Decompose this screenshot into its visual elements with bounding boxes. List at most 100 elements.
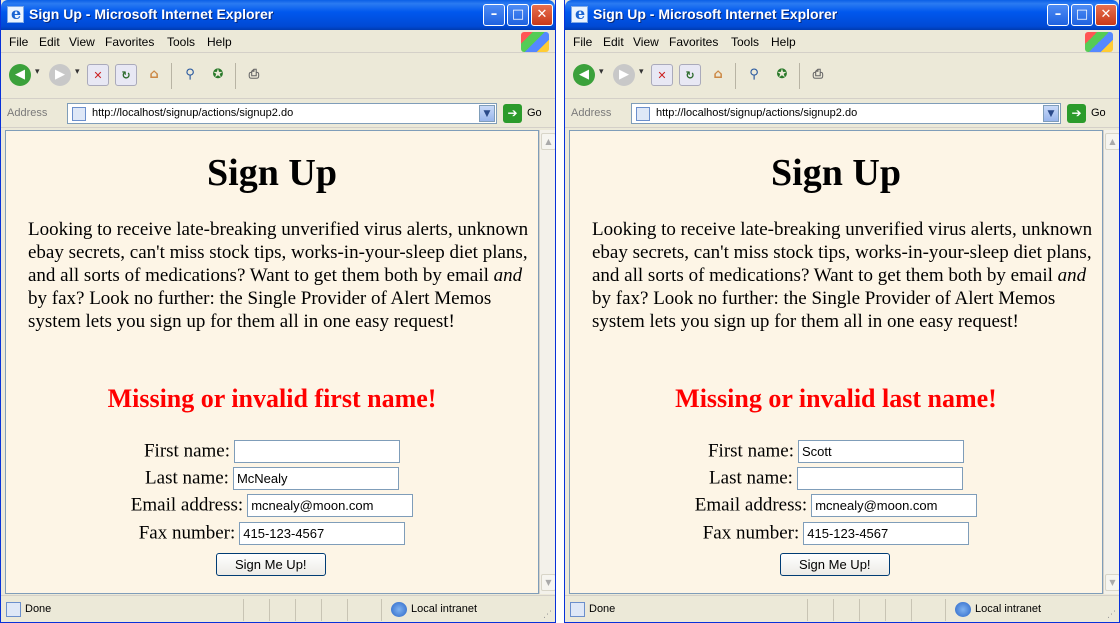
menu-edit[interactable]: Edit	[603, 35, 624, 49]
sign-up-button[interactable]: Sign Me Up!	[780, 553, 890, 576]
menu-tools[interactable]: Tools	[731, 35, 759, 49]
toolbar: ◀ ▾ ▶ ▾ ✕ ↻ ⌂ ⚲ ✪ ⎙	[1, 53, 555, 99]
status-bar: Done Local intranet ⋰	[565, 595, 1119, 622]
resize-grip-icon[interactable]: ⋰	[543, 610, 552, 620]
scroll-up-icon[interactable]: ▲	[1105, 133, 1119, 150]
menu-bar: File Edit View Favorites Tools Help	[1, 30, 555, 53]
home-icon[interactable]: ⌂	[143, 64, 165, 86]
address-dropdown-icon[interactable]: ▼	[1043, 105, 1059, 122]
go-arrow-icon[interactable]: ➔	[503, 104, 522, 123]
back-dropdown-icon[interactable]: ▾	[599, 67, 604, 77]
window-title: Sign Up - Microsoft Internet Explorer	[29, 6, 274, 22]
address-input[interactable]: http://localhost/signup/actions/signup2.…	[631, 103, 1061, 124]
window-title: Sign Up - Microsoft Internet Explorer	[593, 6, 838, 22]
status-divider	[833, 599, 834, 621]
error-message: Missing or invalid first name!	[107, 384, 437, 413]
refresh-icon[interactable]: ↻	[115, 64, 137, 86]
first-name-label: First name:	[707, 440, 795, 462]
forward-icon[interactable]: ▶	[49, 64, 71, 86]
menu-help[interactable]: Help	[207, 35, 232, 49]
maximize-icon[interactable]: □	[507, 4, 529, 26]
menu-view[interactable]: View	[69, 35, 95, 49]
resize-grip-icon[interactable]: ⋰	[1107, 610, 1116, 620]
favorites-icon[interactable]: ✪	[207, 64, 229, 86]
refresh-icon[interactable]: ↻	[679, 64, 701, 86]
back-icon[interactable]: ◀	[9, 64, 31, 86]
menu-bar: File Edit View Favorites Tools Help	[565, 30, 1119, 53]
minimize-icon[interactable]: –	[483, 4, 505, 26]
status-divider	[347, 599, 348, 621]
fax-row: Fax number:	[570, 522, 1102, 548]
toolbar-separator	[735, 63, 736, 89]
error-message: Missing or invalid last name!	[675, 384, 997, 413]
stop-icon[interactable]: ✕	[87, 64, 109, 86]
scroll-down-icon[interactable]: ▼	[1105, 574, 1119, 591]
toolbar: ◀ ▾ ▶ ▾ ✕ ↻ ⌂ ⚲ ✪ ⎙	[565, 53, 1119, 99]
menu-favorites[interactable]: Favorites	[105, 35, 154, 49]
maximize-icon[interactable]: □	[1071, 4, 1093, 26]
address-label: Address	[571, 107, 612, 119]
search-icon[interactable]: ⚲	[743, 64, 765, 86]
menu-view[interactable]: View	[633, 35, 659, 49]
menu-edit[interactable]: Edit	[39, 35, 60, 49]
first-name-input[interactable]	[234, 440, 401, 463]
browser-window-1: Sign Up - Microsoft Internet Explorer – …	[0, 0, 556, 623]
address-input[interactable]: http://localhost/signup/actions/signup2.…	[67, 103, 497, 124]
fax-row: Fax number:	[6, 522, 538, 548]
email-input[interactable]	[811, 494, 978, 517]
address-dropdown-icon[interactable]: ▼	[479, 105, 495, 122]
vertical-scrollbar[interactable]: ▲ ▼	[1103, 130, 1119, 594]
stop-icon[interactable]: ✕	[651, 64, 673, 86]
email-row: Email address:	[570, 494, 1102, 520]
print-icon[interactable]: ⎙	[243, 64, 265, 86]
intro-text: Looking to receive late-breaking unverif…	[28, 219, 529, 332]
page-icon	[636, 107, 650, 121]
toolbar-separator	[799, 63, 800, 89]
title-bar[interactable]: Sign Up - Microsoft Internet Explorer – …	[1, 0, 555, 30]
menu-file[interactable]: File	[573, 35, 592, 49]
menu-help[interactable]: Help	[771, 35, 796, 49]
title-bar[interactable]: Sign Up - Microsoft Internet Explorer – …	[565, 0, 1119, 30]
status-bar: Done Local intranet ⋰	[1, 595, 555, 622]
print-icon[interactable]: ⎙	[807, 64, 829, 86]
first-name-label: First name:	[143, 440, 231, 462]
forward-dropdown-icon[interactable]: ▾	[639, 67, 644, 77]
page-content: Sign Up Looking to receive late-breaking…	[569, 130, 1103, 594]
forward-icon[interactable]: ▶	[613, 64, 635, 86]
go-button[interactable]: Go	[527, 107, 542, 119]
menu-file[interactable]: File	[9, 35, 28, 49]
search-icon[interactable]: ⚲	[179, 64, 201, 86]
status-divider	[295, 599, 296, 621]
fax-input[interactable]	[239, 522, 406, 545]
scroll-down-icon[interactable]: ▼	[541, 574, 555, 591]
page-done-icon	[570, 602, 585, 617]
status-text: Done	[589, 603, 616, 615]
favorites-icon[interactable]: ✪	[771, 64, 793, 86]
scroll-up-icon[interactable]: ▲	[541, 133, 555, 150]
intro-text: Looking to receive late-breaking unverif…	[592, 219, 1093, 332]
menu-tools[interactable]: Tools	[167, 35, 195, 49]
menu-favorites[interactable]: Favorites	[669, 35, 718, 49]
local-intranet-icon	[391, 602, 407, 617]
go-button[interactable]: Go	[1091, 107, 1106, 119]
first-name-input[interactable]	[798, 440, 965, 463]
minimize-icon[interactable]: –	[1047, 4, 1069, 26]
last-name-input[interactable]	[796, 467, 963, 490]
close-icon[interactable]: ✕	[531, 4, 553, 26]
address-bar: Address http://localhost/signup/actions/…	[1, 99, 555, 128]
last-name-input[interactable]	[232, 467, 399, 490]
go-arrow-icon[interactable]: ➔	[1067, 104, 1086, 123]
ie-icon	[571, 4, 588, 23]
home-icon[interactable]: ⌂	[707, 64, 729, 86]
status-divider	[885, 599, 886, 621]
back-icon[interactable]: ◀	[573, 64, 595, 86]
forward-dropdown-icon[interactable]: ▾	[75, 67, 80, 77]
back-dropdown-icon[interactable]: ▾	[35, 67, 40, 77]
vertical-scrollbar[interactable]: ▲ ▼	[539, 130, 555, 594]
sign-up-button[interactable]: Sign Me Up!	[216, 553, 326, 576]
last-name-row: Last name:	[570, 467, 1102, 493]
email-input[interactable]	[247, 494, 414, 517]
status-divider	[381, 599, 382, 621]
fax-input[interactable]	[803, 522, 970, 545]
close-icon[interactable]: ✕	[1095, 4, 1117, 26]
